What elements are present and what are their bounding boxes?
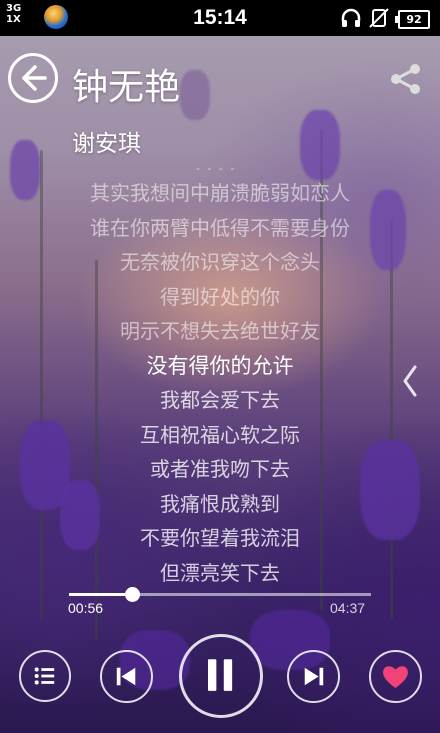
lyric-line: 其实我想间中崩溃脆弱如恋人 [90,181,350,205]
lyric-line: 无奈被你识穿这个念头 [120,250,320,274]
song-title: 钟无艳 [72,67,181,108]
lyric-line: 但漂亮笑下去 [160,560,280,585]
battery-icon: 92 [395,10,430,29]
mute-icon [369,8,389,28]
headphones-icon [341,8,361,27]
lyric-line-current: 没有得你的允许 [146,353,294,378]
favorite-button[interactable] [369,650,422,703]
chevron-left-icon[interactable] [400,363,420,399]
lyric-line: 明示不想失去绝世好友 [120,319,320,343]
total-time: 04:37 [330,600,366,616]
heart-icon [383,666,408,689]
lyric-line: 得到好处的你 [160,284,280,309]
back-button[interactable] [8,53,58,103]
progress-fill [69,593,132,596]
progress-bar[interactable] [69,587,371,603]
playlist-icon [34,667,55,685]
next-icon [304,667,324,686]
back-arrow-icon [22,65,47,91]
lyric-line: 互相祝福心软之际 [140,422,300,447]
lyric-line: 或者准我吻下去 [150,457,290,481]
lyrics-panel[interactable]: 其实我想间中崩溃脆弱如恋人 谁在你两臂中低得不需要身份 无奈被你识穿这个念头 得… [0,176,440,590]
status-bar: 3G 1X 15:14 92 [0,0,440,36]
pause-icon [208,659,233,691]
lyric-line: 我痛恨成熟到 [160,491,280,516]
lyric-line: 不要你望着我流泪 [140,526,300,550]
artist-name: 谢安琪 [72,131,141,157]
lyric-line: 谁在你两臂中低得不需要身份 [90,215,350,240]
progress-thumb[interactable] [125,587,140,602]
next-button[interactable] [287,650,340,703]
pause-button[interactable] [179,634,263,718]
playlist-button[interactable] [19,650,71,702]
current-time: 00:56 [68,600,104,616]
lyric-line: 我都会爱下去 [160,388,280,412]
previous-button[interactable] [100,650,153,703]
lyrics-marker: - - - - [196,162,237,175]
share-icon[interactable] [388,62,424,96]
previous-icon [116,667,136,686]
